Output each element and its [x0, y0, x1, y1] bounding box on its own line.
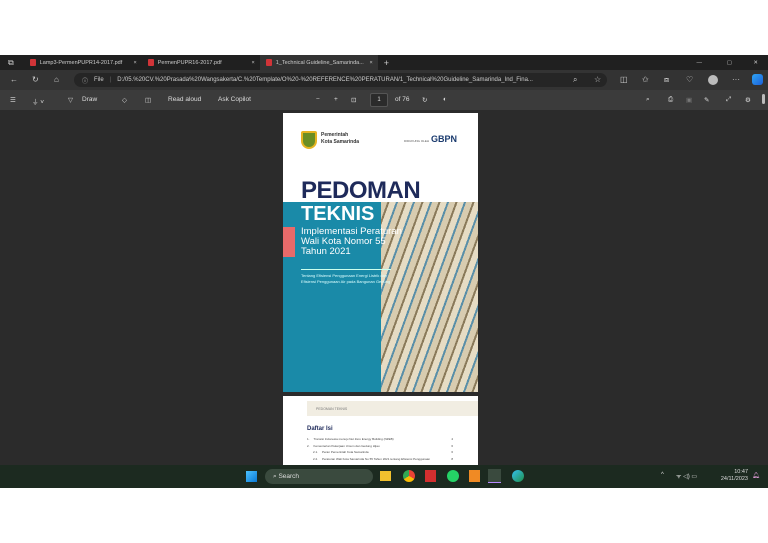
time: 10:47: [734, 469, 748, 475]
highlight-icon[interactable]: ⏚ ˅: [32, 96, 44, 106]
cover-title-2: TEKNIS: [301, 203, 375, 225]
pdf-viewer: Pemerintah Kota Samarinda DIDUKUNG OLEH G…: [0, 110, 768, 465]
cover-title-1: PEDOMAN: [301, 177, 421, 204]
tab-label: PermenPUPR16-2017.pdf: [157, 59, 222, 66]
tab-3[interactable]: 1_Technical Guideline_Samarinda... ×: [259, 55, 378, 70]
zoom-out-icon[interactable]: −: [316, 96, 320, 103]
browser-window: ⧉ Lamp3-PermenPUPR14-2017.pdf × PermenPUP…: [0, 55, 768, 488]
whatsapp-icon[interactable]: [447, 470, 459, 482]
org-line1: Pemerintah: [321, 132, 349, 138]
edge-icon[interactable]: [512, 470, 524, 482]
erase-icon[interactable]: ◇: [122, 96, 127, 104]
tray-chevron-icon[interactable]: ^: [661, 472, 664, 478]
page-view-icon[interactable]: ◫: [145, 96, 151, 104]
split-screen-icon[interactable]: ◫: [620, 75, 628, 84]
browser-essentials-icon[interactable]: ♡: [686, 75, 693, 84]
file-explorer-icon[interactable]: [380, 471, 391, 481]
settings-icon[interactable]: ⚙: [745, 96, 751, 104]
zoom-icon[interactable]: ⌕: [573, 75, 577, 85]
two-page-icon[interactable]: ◐: [443, 96, 447, 103]
workspaces-icon[interactable]: ⧉: [8, 58, 14, 68]
red-accent: [283, 227, 295, 257]
scrollbar[interactable]: [762, 94, 765, 104]
favorite-star-icon[interactable]: ☆: [594, 75, 601, 84]
clock[interactable]: 10:47 24/11/2023: [712, 469, 748, 483]
close-tab-icon[interactable]: ×: [252, 60, 255, 66]
new-tab-icon[interactable]: +: [384, 58, 389, 68]
pdf-toolbar: ☰ ⏚ ˅ ▽ Draw ◇ ◫ Read aloud Ask Copilot …: [0, 90, 768, 110]
home-icon[interactable]: ⌂: [54, 75, 59, 84]
read-aloud-button[interactable]: Read aloud: [168, 96, 201, 103]
close-tab-icon[interactable]: ×: [134, 60, 137, 66]
print-icon[interactable]: ⎙: [668, 96, 673, 104]
snipping-tool-icon[interactable]: [488, 469, 501, 483]
tab-label: 1_Technical Guideline_Samarinda...: [275, 59, 364, 66]
taskbar: ⌕ Search ^ ᯤ ◁) ▭ 10:47 24/11/2023 🔔︎: [0, 465, 768, 488]
draw-icon[interactable]: ▽: [68, 96, 73, 104]
collections-icon[interactable]: ⧈: [664, 75, 669, 85]
pdf-page-cover: Pemerintah Kota Samarinda DIDUKUNG OLEH G…: [283, 113, 478, 392]
url-text: D:/05.%20CV.%20Prasada%20Wangsakerta/C.%…: [117, 77, 533, 83]
close-window-icon[interactable]: ✕: [753, 60, 758, 66]
org-line2: Kota Samarinda: [321, 139, 360, 145]
office-app-icon[interactable]: [469, 470, 480, 482]
notification-bell-icon[interactable]: 🔔︎: [752, 472, 760, 479]
file-label: File: [94, 77, 104, 83]
pdf-icon: [29, 59, 36, 66]
tab-1[interactable]: Lamp3-PermenPUPR14-2017.pdf ×: [24, 55, 142, 70]
more-icon[interactable]: ···: [732, 75, 740, 84]
acrobat-icon[interactable]: [425, 470, 436, 482]
rotate-icon[interactable]: ↻: [422, 96, 427, 104]
start-icon[interactable]: [246, 471, 257, 482]
copilot-icon[interactable]: [752, 74, 763, 85]
tab-2[interactable]: PermenPUPR16-2017.pdf ×: [142, 55, 260, 70]
maximize-icon[interactable]: ▢: [727, 60, 732, 66]
fit-page-icon[interactable]: ⊡: [351, 96, 356, 104]
search-label: Search: [278, 473, 300, 480]
pdf-page-2: PEDOMAN TEKNIS Daftar Isi 1. Transisi Ind…: [283, 396, 478, 465]
tab-label: Lamp3-PermenPUPR14-2017.pdf: [39, 59, 123, 66]
samarinda-logo: [301, 131, 317, 149]
favorites-icon[interactable]: ✩: [642, 75, 649, 84]
address-bar-row: ← ↻ ⌂ ⓘ File | D:/05.%20CV.%20Prasada%20Wan…: [0, 70, 768, 90]
zoom-in-icon[interactable]: +: [334, 96, 338, 103]
subtitle-3: Tahun 2021: [301, 246, 351, 257]
page-count: of 76: [395, 96, 410, 103]
contents-icon[interactable]: ☰: [10, 96, 16, 104]
gbpn-logo: GBPN: [431, 134, 458, 144]
page-header: PEDOMAN TEKNIS: [307, 401, 478, 416]
taskbar-search[interactable]: ⌕ Search: [265, 469, 373, 484]
save-icon[interactable]: ▣: [686, 96, 692, 104]
search-icon[interactable]: ⌕: [646, 96, 650, 104]
fullscreen-icon[interactable]: ⤢: [726, 96, 731, 104]
date: 24/11/2023: [720, 476, 748, 482]
toc-title: Daftar Isi: [307, 426, 333, 432]
pdf-icon: [147, 59, 154, 66]
close-tab-icon[interactable]: ×: [370, 60, 373, 66]
toc-item[interactable]: 2.2. Peraturan Wali Kota Samarinda No 55 …: [307, 456, 453, 463]
tab-bar: ⧉ Lamp3-PermenPUPR14-2017.pdf × PermenPUP…: [0, 55, 768, 70]
address-input[interactable]: ⓘ File | D:/05.%20CV.%20Prasada%20Wangsaker…: [74, 73, 607, 87]
ask-copilot-button[interactable]: Ask Copilot: [218, 96, 251, 103]
back-icon[interactable]: ←: [10, 75, 18, 84]
profile-avatar[interactable]: [708, 75, 718, 85]
pdf-icon: [265, 59, 272, 66]
info-icon: ⓘ: [82, 78, 89, 85]
chrome-icon[interactable]: [403, 470, 415, 482]
supported-by: DIDUKUNG OLEH: [404, 139, 430, 143]
cover-description: Tentang Efisiensi Penggunaan Energi List…: [301, 269, 391, 285]
page-number-input[interactable]: 1: [370, 93, 388, 107]
draw-button[interactable]: Draw: [82, 96, 97, 103]
refresh-icon[interactable]: ↻: [32, 75, 39, 84]
wifi-volume-battery-icons[interactable]: ᯤ ◁) ▭: [676, 472, 697, 480]
minimize-icon[interactable]: —: [697, 60, 703, 66]
save-as-icon[interactable]: ✎: [704, 96, 709, 104]
